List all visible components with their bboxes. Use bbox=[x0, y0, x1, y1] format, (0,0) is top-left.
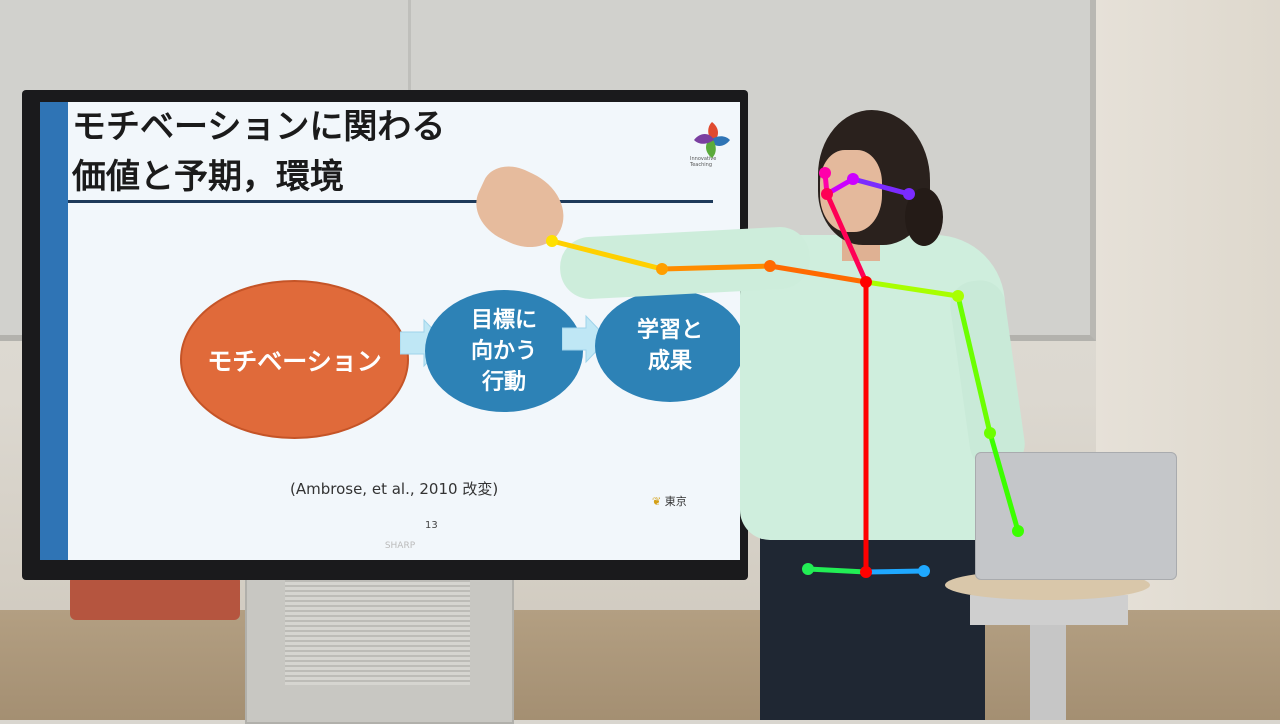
pose-joint-nose bbox=[821, 188, 833, 200]
pose-right-upper-arm bbox=[955, 293, 993, 436]
pose-joint-left-hip bbox=[918, 565, 930, 577]
pose-joint-left-shoulder bbox=[764, 260, 776, 272]
pose-joint-neck bbox=[860, 276, 872, 288]
pose-joint-right-hip bbox=[802, 563, 814, 575]
pose-ear bbox=[850, 176, 912, 197]
pose-left-hip bbox=[863, 568, 927, 575]
pose-joint-right-elbow bbox=[984, 427, 996, 439]
pose-joint-mid-hip bbox=[860, 566, 872, 578]
pose-joint-right-wrist bbox=[1012, 525, 1024, 537]
pose-joint-ear bbox=[903, 188, 915, 200]
pose-left-forearm bbox=[549, 238, 665, 272]
pose-joint-eye-right bbox=[847, 173, 859, 185]
pose-joint-left-elbow bbox=[656, 263, 668, 275]
pose-skeleton-overlay bbox=[546, 167, 1024, 578]
pose-right-forearm bbox=[987, 430, 1021, 534]
pose-joint-eye bbox=[819, 167, 831, 179]
pose-right-hip bbox=[805, 566, 869, 575]
pose-joint-right-shoulder bbox=[952, 290, 964, 302]
pose-left-upper-arm bbox=[659, 263, 773, 272]
pose-neck bbox=[824, 191, 869, 285]
pose-joint-left-wrist bbox=[546, 235, 558, 247]
pose-right-shoulder bbox=[863, 279, 961, 299]
pose-left-shoulder bbox=[767, 263, 869, 285]
